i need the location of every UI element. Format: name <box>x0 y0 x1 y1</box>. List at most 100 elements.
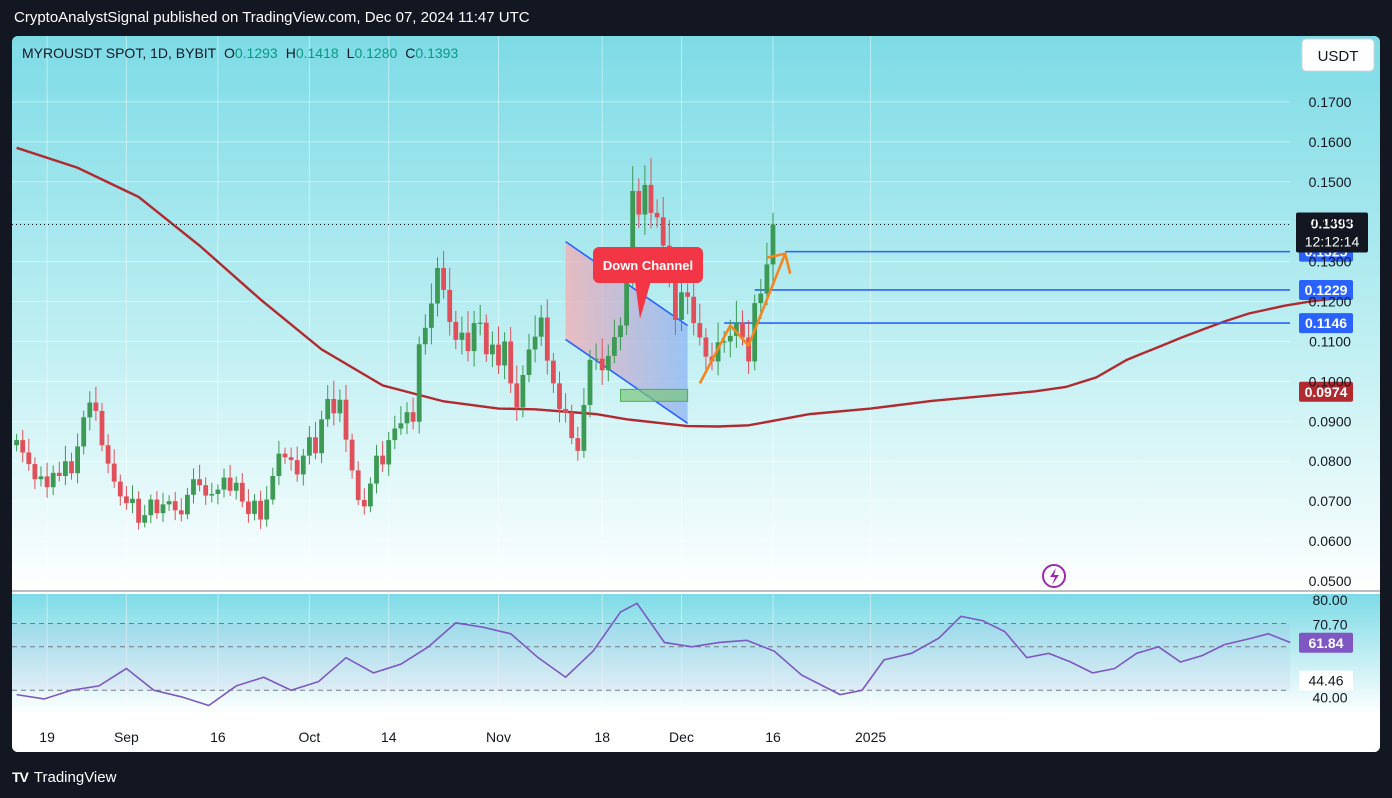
price-axis-tick: 0.0500 <box>1309 573 1352 589</box>
candle-body <box>69 461 74 474</box>
time-axis-label: Dec <box>669 729 694 745</box>
legend-symbol: MYROUSDT SPOT, 1D, BYBIT <box>22 45 217 61</box>
price-axis-tick: 0.1300 <box>1309 254 1352 270</box>
candle-body <box>575 438 581 451</box>
candle-body <box>392 428 398 441</box>
candle-body <box>386 440 392 465</box>
tradingview-brand: TradingView <box>33 768 117 786</box>
candle-body <box>355 470 361 500</box>
legend-close-value: 0.1393 <box>415 45 458 61</box>
price-axis-tick: 0.0700 <box>1309 493 1352 509</box>
currency-button[interactable]: USDT <box>1301 38 1375 72</box>
candle-body <box>697 323 703 338</box>
candle-body <box>587 359 593 405</box>
candle-body <box>252 500 257 514</box>
candle-body <box>294 460 300 475</box>
candle-body <box>679 292 684 320</box>
candle-body <box>178 510 184 515</box>
candle-body <box>368 483 373 507</box>
time-axis-label: Nov <box>486 729 511 745</box>
candle-body <box>142 515 148 523</box>
candle-body <box>429 303 434 328</box>
candle-body <box>483 322 489 355</box>
time-axis-label: 16 <box>765 729 781 745</box>
candle-body <box>380 455 385 465</box>
candle-body <box>325 398 331 420</box>
candle-body <box>770 224 776 265</box>
time-axis[interactable]: 19 Sep 16 Oct 14 Nov 18 Dec 16 2025 <box>12 716 1380 752</box>
legend-close-label: C <box>405 45 415 61</box>
candle-body <box>471 323 477 352</box>
candle-body <box>63 461 68 477</box>
candle-body <box>246 501 251 514</box>
candle <box>416 336 422 434</box>
candle-body <box>130 498 135 504</box>
candle-body <box>191 479 196 495</box>
candle-body <box>337 399 343 414</box>
candle-body <box>270 476 276 500</box>
candle-body <box>160 504 166 514</box>
candle-body <box>447 289 453 322</box>
candle-body <box>26 452 32 465</box>
candle-body <box>307 437 312 456</box>
candle-body <box>32 464 38 480</box>
candle-body <box>648 184 654 213</box>
candle-body <box>282 453 288 458</box>
candle-body <box>148 499 154 516</box>
candle-body <box>422 327 428 345</box>
candle-body <box>154 499 160 514</box>
time-axis-label: Sep <box>114 729 139 745</box>
lightning-icon[interactable] <box>1042 564 1066 588</box>
candle-body <box>605 355 611 371</box>
candle-body <box>508 341 514 384</box>
candle-body <box>349 439 355 471</box>
candle-body <box>581 404 587 451</box>
candle-body <box>673 276 678 320</box>
chart-frame[interactable]: 80.0070.7040.0061.8444.46 0.13250.12290.… <box>12 36 1380 752</box>
candle-body <box>99 410 105 446</box>
candle-body <box>404 412 410 424</box>
legend-open-value: 0.1293 <box>235 45 278 61</box>
candle-body <box>551 360 556 384</box>
candle-body <box>215 489 221 494</box>
candle-body <box>136 498 141 523</box>
price-axis-tick: 0.0900 <box>1309 413 1352 429</box>
candle-body <box>221 477 227 490</box>
svg-text:MYROUSDT SPOT, 1D, BYBITO0.129: MYROUSDT SPOT, 1D, BYBIT O0.1293 H0.1418 L0… <box>22 45 458 61</box>
candle-body <box>38 476 44 480</box>
candle-body <box>453 321 459 340</box>
candle-body <box>514 383 520 408</box>
price-axis-tick: 0.1000 <box>1309 373 1352 389</box>
candle-body <box>56 472 62 477</box>
candle-body <box>520 375 526 408</box>
candle-body <box>563 408 568 413</box>
candle-body <box>81 417 87 447</box>
candle-body <box>172 501 178 511</box>
candle-body <box>557 383 562 409</box>
candle-body <box>331 398 337 414</box>
candle-body <box>258 500 263 520</box>
candle-body <box>691 296 697 324</box>
price-axis-tick: 0.1700 <box>1309 94 1352 110</box>
candle-body <box>374 455 379 484</box>
candle-body <box>459 332 465 340</box>
candle-body <box>14 440 19 446</box>
candle-body <box>599 358 605 371</box>
callout-text: Down Channel <box>603 258 693 273</box>
candle-body <box>490 344 495 355</box>
candle-body <box>75 446 80 474</box>
publish-header-text: CryptoAnalystSignal published on Trading… <box>14 9 530 26</box>
tradingview-logo-icon: TV <box>12 769 29 785</box>
candle-body <box>264 499 270 520</box>
candle-body <box>197 479 202 486</box>
price-axis-tick: 0.1200 <box>1309 294 1352 310</box>
candle-body <box>660 217 666 246</box>
legend-low-label: L <box>347 45 355 61</box>
candle-body <box>44 476 50 488</box>
chart-canvas[interactable]: 80.0070.7040.0061.8444.46 0.13250.12290.… <box>12 36 1380 752</box>
candle-body <box>703 337 709 357</box>
price-axis[interactable]: 0.0500 0.0600 0.0700 0.0800 0.0900 0.1000 0.11… <box>1290 36 1380 752</box>
candle-body <box>758 293 764 304</box>
candle-body <box>526 349 532 375</box>
rsi-band-fill <box>12 623 1290 691</box>
